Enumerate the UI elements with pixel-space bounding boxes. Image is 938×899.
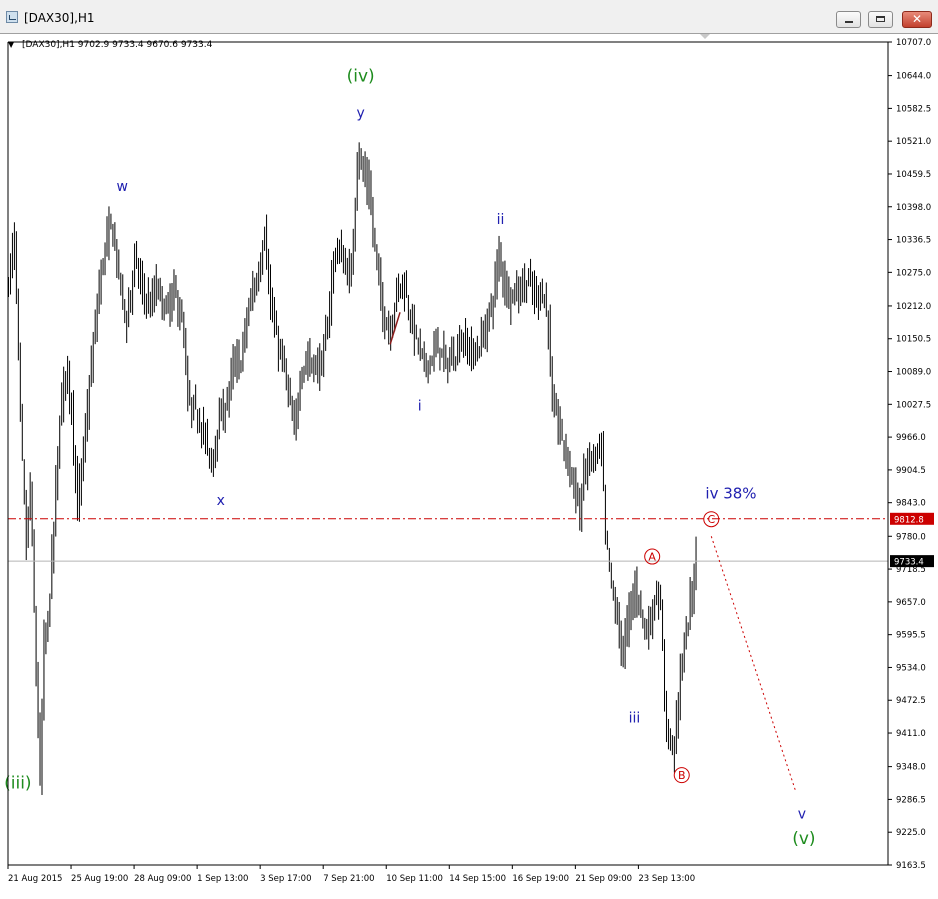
minimize-icon (845, 21, 853, 23)
y-tick-label: 10521.0 (896, 137, 931, 147)
x-tick-label: 28 Aug 09:00 (134, 874, 191, 884)
y-tick-label: 9718.5 (896, 565, 926, 575)
wave-label: i (418, 399, 422, 415)
wave-label: iv 38% (705, 484, 756, 502)
minimize-button[interactable] (836, 11, 861, 28)
y-tick-label: 10336.5 (896, 236, 931, 246)
x-tick-label: 23 Sep 13:00 (638, 874, 695, 884)
y-tick-label: 9348.0 (896, 763, 926, 773)
y-tick-label: 9163.5 (896, 861, 926, 871)
chart-background (0, 34, 938, 899)
wave-label: v (798, 806, 806, 822)
maximize-icon (876, 16, 885, 22)
wave-label: ii (497, 212, 505, 228)
window-titlebar: [DAX30],H1 ✕ (0, 0, 938, 34)
wave-label: B (678, 769, 686, 782)
y-tick-label: 10150.5 (896, 335, 931, 345)
price-chart[interactable]: (iv)ywiiix iv 38%CAiiiB(iii)v(v) 9812.897… (0, 34, 938, 899)
y-tick-label: 10644.0 (896, 72, 931, 82)
y-tick-label: 10459.5 (896, 170, 931, 180)
y-tick-label: 9904.5 (896, 466, 926, 476)
y-tick-label: 10089.0 (896, 368, 931, 378)
y-tick-label: 9286.5 (896, 795, 926, 805)
wave-label: w (117, 179, 128, 195)
y-tick-label: 10027.5 (896, 400, 931, 410)
wave-label: C (707, 513, 715, 526)
y-tick-label: 10275.0 (896, 268, 931, 278)
y-tick-label: 9411.0 (896, 729, 926, 739)
x-tick-label: 10 Sep 11:00 (386, 874, 443, 884)
y-tick-label: 10398.0 (896, 203, 931, 213)
y-tick-label: 9225.0 (896, 828, 926, 838)
chart-menu-arrow-icon[interactable]: ▼ (8, 40, 15, 49)
wave-label: (v) (792, 829, 815, 849)
x-tick-label: 21 Sep 09:00 (575, 874, 632, 884)
y-tick-label: 9966.0 (896, 433, 926, 443)
wave-label: A (648, 551, 656, 564)
y-tick-label: 9534.0 (896, 663, 926, 673)
y-tick-label: 9595.5 (896, 631, 926, 641)
y-tick-label: 9657.0 (896, 598, 926, 608)
x-tick-label: 25 Aug 19:00 (71, 874, 128, 884)
y-tick-label: 9472.5 (896, 696, 926, 706)
x-tick-label: 3 Sep 17:00 (260, 874, 311, 884)
wave-label: iii (629, 710, 641, 726)
y-tick-label: 10582.5 (896, 104, 931, 114)
price-tag-label: 9812.8 (894, 515, 924, 525)
y-tick-label: 9780.0 (896, 532, 926, 542)
x-tick-label: 1 Sep 13:00 (197, 874, 248, 884)
window-title: [DAX30],H1 (24, 11, 95, 25)
close-button[interactable]: ✕ (902, 11, 932, 28)
close-icon: ✕ (911, 12, 923, 26)
wave-label: y (356, 105, 364, 121)
wave-label: x (217, 493, 225, 509)
x-tick-label: 14 Sep 15:00 (449, 874, 506, 884)
chart-window-icon (6, 11, 18, 23)
x-tick-label: 21 Aug 2015 (8, 874, 62, 884)
x-tick-label: 16 Sep 19:00 (512, 874, 569, 884)
y-tick-label: 9843.0 (896, 499, 926, 509)
y-tick-label: 10212.0 (896, 302, 931, 312)
symbol-info: [DAX30],H1 9702.9 9733.4 9670.6 9733.4 (22, 40, 213, 50)
wave-label: (iv) (347, 67, 375, 87)
y-tick-label: 10707.0 (896, 38, 931, 48)
maximize-button[interactable] (868, 11, 893, 28)
x-tick-label: 7 Sep 21:00 (323, 874, 374, 884)
